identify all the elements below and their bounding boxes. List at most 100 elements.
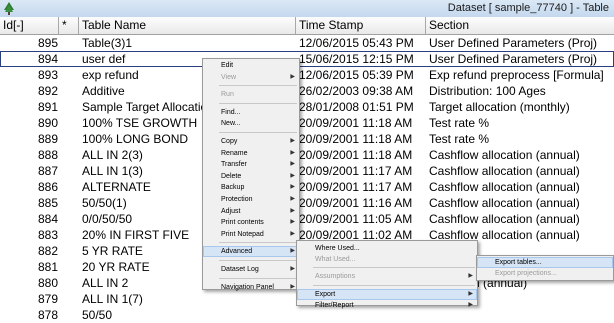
- cell-section: Exp refund preprocess [Formula]: [429, 68, 604, 82]
- cell-id: 882: [37, 244, 58, 258]
- menu-item-print-contents[interactable]: Print contents ▶: [203, 217, 299, 228]
- menu-item-label: Advanced: [221, 248, 253, 256]
- menu-item-rename[interactable]: Rename ▶: [203, 148, 299, 159]
- menu-item-label: Export: [315, 290, 336, 298]
- menu-item-print-notepad[interactable]: Print Notepad ▶: [203, 229, 299, 240]
- menu-item-export-projections[interactable]: Export projections...: [477, 268, 613, 279]
- menu-item-label: Rename: [221, 149, 248, 157]
- menu-separator: [219, 277, 297, 279]
- menu-item-filter-report[interactable]: Filter/Report ▶: [297, 300, 477, 311]
- column-header-time-stamp[interactable]: Time Stamp: [296, 17, 426, 34]
- submenu-arrow-icon: ▶: [290, 207, 295, 214]
- menu-item-edit[interactable]: Edit: [203, 60, 299, 71]
- cell-time-stamp: 20/09/2001 11:18 AM: [299, 148, 413, 162]
- column-header-section[interactable]: Section: [426, 17, 614, 34]
- menu-separator: [219, 242, 297, 244]
- cell-id: 885: [37, 196, 58, 210]
- menu-item-new[interactable]: New...: [203, 118, 299, 129]
- menu-item-adjust[interactable]: Adjust ▶: [203, 206, 299, 217]
- menu-item-copy[interactable]: Copy ▶: [203, 136, 299, 147]
- cell-time-stamp: 20/09/2001 11:18 AM: [299, 116, 413, 130]
- advanced-submenu: Where Used... What Used... Assumptions ▶ Exp…: [296, 240, 478, 309]
- table-row[interactable]: 888 ALL IN 2(3) 20/09/2001 11:18 AM Cashflo…: [0, 147, 614, 163]
- menu-item-label: What Used...: [315, 256, 356, 264]
- menu-item-delete[interactable]: Delete ▶: [203, 171, 299, 182]
- table-row[interactable]: 890 100% TSE GROWTH 20/09/2001 11:18 AM Tes…: [0, 115, 614, 131]
- submenu-arrow-icon: ▶: [290, 196, 295, 202]
- table-row[interactable]: 891 Sample Target Allocation 28/01/2008 01…: [0, 99, 614, 115]
- cell-section: Cashflow allocation (annual): [429, 212, 580, 226]
- table-row[interactable]: 892 Additive 26/02/2003 09:38 AM Distributi…: [0, 83, 614, 99]
- menu-item-find[interactable]: Find...: [203, 107, 299, 118]
- cell-time-stamp: 28/01/2008 01:51 PM: [299, 100, 414, 114]
- cell-table-name: Table(3)1: [82, 36, 133, 50]
- menu-item-label: Print contents: [221, 219, 264, 227]
- table-row[interactable]: 895 Table(3)1 12/06/2015 05:43 PM User Defi…: [0, 35, 614, 51]
- submenu-arrow-icon: ▶: [290, 230, 295, 237]
- menu-item-label: Navigation Panel: [221, 283, 274, 291]
- table-row[interactable]: 885 50/50(1) 20/09/2001 11:16 AM Cashflow a…: [0, 195, 614, 211]
- menu-separator: [219, 102, 297, 104]
- menu-item-backup[interactable]: Backup ▶: [203, 182, 299, 193]
- submenu-arrow-icon: ▶: [290, 266, 295, 272]
- cell-id: 890: [37, 116, 58, 130]
- submenu-arrow-icon: ▶: [290, 161, 295, 168]
- column-header-flag[interactable]: *: [59, 17, 79, 34]
- menu-item-what-used[interactable]: What Used...: [297, 254, 477, 265]
- menu-item-dataset-log[interactable]: Dataset Log ▶: [203, 264, 299, 275]
- table-row[interactable]: 886 ALTERNATE 20/09/2001 11:17 AM Cashflow …: [0, 179, 614, 195]
- menu-item-label: Export projections...: [495, 270, 557, 277]
- cell-time-stamp: 20/09/2001 11:05 AM: [299, 212, 413, 226]
- submenu-arrow-icon: ▶: [290, 138, 295, 144]
- menu-item-export-tables[interactable]: Export tables...: [477, 257, 613, 268]
- cell-section: Cashflow allocation (annual): [429, 196, 580, 210]
- menu-item-label: Dataset Log: [221, 266, 259, 273]
- submenu-arrow-icon: ▶: [468, 273, 473, 280]
- cell-id: 894: [37, 52, 58, 66]
- cell-time-stamp: 20/09/2001 11:16 AM: [299, 196, 413, 210]
- menu-separator: [313, 284, 475, 286]
- submenu-arrow-icon: ▶: [290, 248, 295, 255]
- cell-id: 889: [37, 132, 58, 146]
- menu-item-label: Transfer: [221, 161, 247, 169]
- submenu-arrow-icon: ▶: [468, 290, 473, 297]
- cell-id: 892: [37, 84, 58, 98]
- submenu-arrow-icon: ▶: [468, 301, 473, 308]
- cell-id: 893: [37, 68, 58, 82]
- cell-time-stamp: 20/09/2001 11:17 AM: [299, 164, 413, 178]
- table-row[interactable]: 894 user def 15/06/2015 12:15 PM User Defin…: [0, 51, 614, 67]
- column-header-table-name[interactable]: Table Name: [79, 17, 296, 34]
- menu-separator: [313, 267, 475, 269]
- submenu-arrow-icon: ▶: [290, 73, 295, 80]
- menu-item-label: Adjust: [221, 207, 241, 215]
- menu-item-label: Filter/Report: [315, 301, 354, 309]
- menu-item-export[interactable]: Export ▶: [297, 288, 477, 300]
- cell-section: Cashflow allocation (annual): [429, 180, 580, 194]
- context-menu: Edit View ▶ Run Find... New... Copy ▶ Rename ▶ Tra…: [202, 58, 300, 293]
- grid-header: Id[-] * Table Name Time Stamp Section: [0, 17, 614, 35]
- menu-item-assumptions[interactable]: Assumptions ▶: [297, 271, 477, 282]
- cell-id: 888: [37, 148, 58, 162]
- cell-id: 881: [37, 260, 58, 274]
- menu-item-transfer[interactable]: Transfer ▶: [203, 159, 299, 170]
- menu-item-where-used[interactable]: Where Used...: [297, 243, 477, 254]
- cell-section: Cashflow allocation (annual): [429, 148, 580, 162]
- column-header-id[interactable]: Id[-]: [0, 17, 59, 34]
- cell-table-name: ALL IN 1(7): [82, 292, 143, 306]
- cell-time-stamp: 12/06/2015 05:39 PM: [299, 68, 414, 82]
- menu-item-advanced[interactable]: Advanced ▶: [203, 246, 299, 258]
- cell-section: Distribution: 100 Ages: [429, 84, 546, 98]
- menu-item-label: Find...: [221, 108, 241, 116]
- menu-item-navigation-panel[interactable]: Navigation Panel ▶: [203, 282, 299, 293]
- table-row[interactable]: 884 0/0/50/50 20/09/2001 11:05 AM Cashflow …: [0, 211, 614, 227]
- table-row[interactable]: 893 exp refund 12/06/2015 05:39 PM Exp refu…: [0, 67, 614, 83]
- menu-item-run[interactable]: Run: [203, 89, 299, 100]
- cell-section: User Defined Parameters (Proj): [429, 52, 598, 66]
- cell-table-name: 50/50: [82, 308, 113, 322]
- menu-item-view[interactable]: View ▶: [203, 72, 299, 83]
- table-row[interactable]: 889 100% LONG BOND 20/09/2001 11:18 AM Test…: [0, 131, 614, 147]
- cell-id: 891: [37, 100, 58, 114]
- menu-item-label: Print Notepad: [221, 230, 264, 238]
- table-row[interactable]: 887 ALL IN 1(3) 20/09/2001 11:17 AM Cashflo…: [0, 163, 614, 179]
- menu-item-protection[interactable]: Protection ▶: [203, 194, 299, 205]
